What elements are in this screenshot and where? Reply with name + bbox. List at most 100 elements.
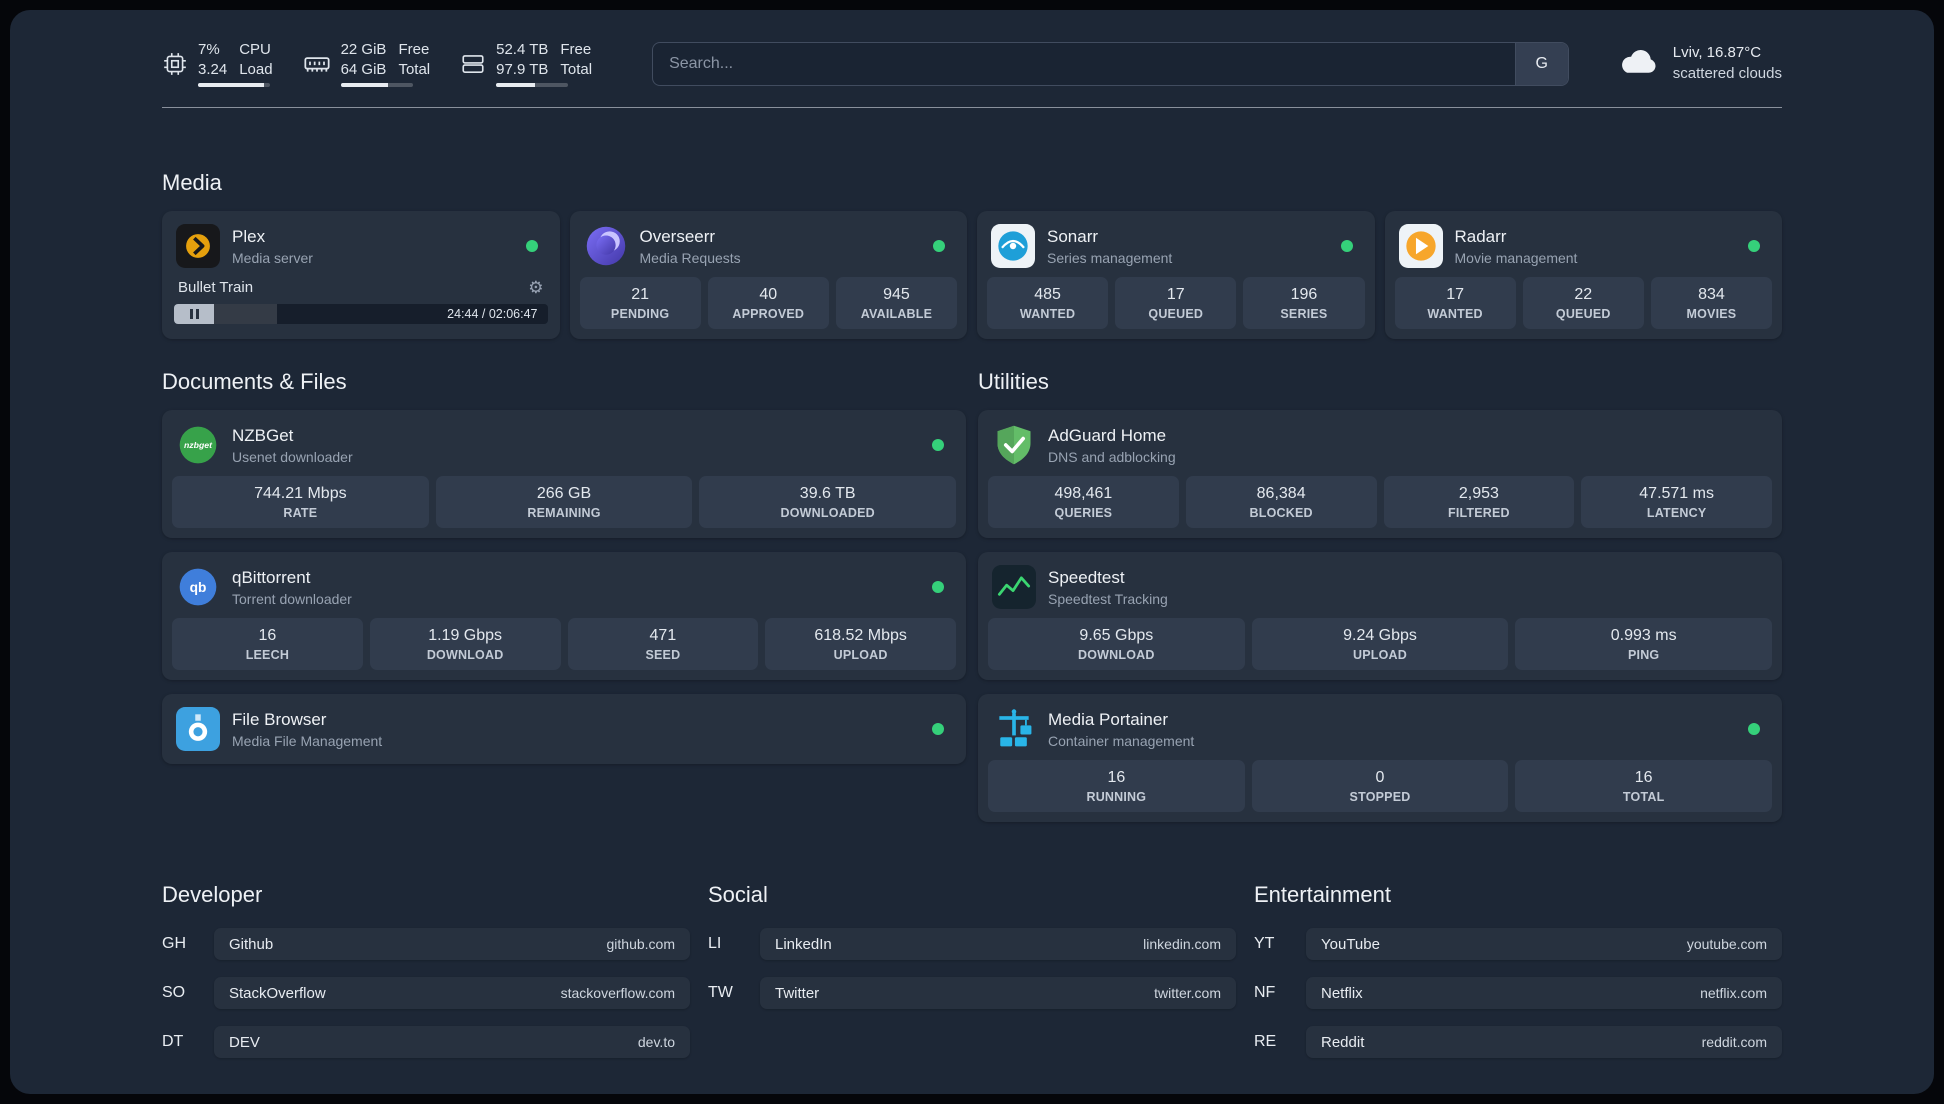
- stat-label: TOTAL: [1622, 790, 1665, 804]
- stat-label: DOWNLOAD: [1078, 648, 1155, 662]
- bookmark-reddit[interactable]: RE Reddit reddit.com: [1254, 1026, 1782, 1058]
- qbittorrent-icon-text: qb: [190, 580, 207, 595]
- memory-usage-bar: [340, 83, 413, 87]
- bookmark-abbr: TW: [708, 984, 733, 1001]
- cpu-load-value: 3.24: [198, 60, 228, 78]
- bookmark-github[interactable]: GH Github github.com: [162, 928, 690, 960]
- cpu-icon: [162, 51, 188, 77]
- stat-tile: 618.52 Mbps UPLOAD: [765, 618, 956, 670]
- bookmark-group-entertainment: Entertainment YT YouTube youtube.com NF …: [1254, 882, 1782, 1075]
- now-playing-widget: Bullet Train ⚙ 24:44 / 02:06:47: [172, 277, 550, 324]
- playback-time: 24:44 / 02:06:47: [447, 307, 538, 321]
- service-link-qbittorrent[interactable]: qb qBittorrent Torrent downloader: [172, 562, 956, 618]
- pause-button[interactable]: [174, 304, 214, 324]
- stat-label: APPROVED: [732, 307, 805, 321]
- bookmark-url: netflix.com: [1700, 985, 1767, 1001]
- memory-widget: 22 GiB 64 GiB Free Total: [303, 40, 430, 87]
- stat-value: 1.19 Gbps: [428, 627, 503, 644]
- bookmark-abbr: RE: [1254, 1033, 1277, 1050]
- stat-tile: 16 LEECH: [172, 618, 363, 670]
- stat-tile: 0 STOPPED: [1251, 760, 1509, 812]
- now-playing-title: Bullet Train: [178, 279, 254, 296]
- bookmark-youtube[interactable]: YT YouTube youtube.com: [1254, 928, 1782, 960]
- service-card-overseerr: Overseerr Media Requests 21 PENDING 40 A…: [569, 211, 967, 339]
- bookmark-url: twitter.com: [1154, 985, 1221, 1001]
- service-link-radarr[interactable]: Radarr Movie management: [1395, 221, 1773, 277]
- stat-tile: 834 MOVIES: [1650, 277, 1773, 329]
- status-dot: [932, 581, 944, 593]
- service-desc: Container management: [1048, 732, 1195, 749]
- service-card-qbittorrent: qb qBittorrent Torrent downloader 16 LEE…: [162, 552, 966, 680]
- cpu-label-top: CPU: [239, 41, 271, 58]
- stat-label: QUEUED: [1148, 307, 1204, 321]
- stat-value: 196: [1290, 286, 1318, 303]
- stat-label: UPLOAD: [1353, 648, 1407, 662]
- service-name: Sonarr: [1047, 226, 1099, 246]
- service-link-filebrowser[interactable]: File Browser Media File Management: [172, 704, 956, 754]
- service-name: qBittorrent: [232, 567, 311, 587]
- stat-tile: 86,384 BLOCKED: [1185, 476, 1377, 528]
- status-dot: [932, 439, 944, 451]
- service-desc: Media server: [232, 249, 313, 266]
- stat-tile: 9.24 Gbps UPLOAD: [1251, 618, 1509, 670]
- bookmark-group-developer: Developer GH Github github.com SO StackO…: [162, 882, 690, 1075]
- bookmark-linkedin[interactable]: LI LinkedIn linkedin.com: [708, 928, 1236, 960]
- disk-icon: [460, 51, 486, 77]
- bookmark-url: linkedin.com: [1143, 936, 1221, 952]
- bookmark-group-social: Social LI LinkedIn linkedin.com TW Twitt…: [708, 882, 1236, 1075]
- stat-tile: 17 WANTED: [1394, 277, 1516, 329]
- stat-tile: 498,461 QUERIES: [988, 476, 1179, 528]
- stat-label: QUERIES: [1054, 506, 1113, 520]
- nzbget-icon-text: nzbget: [184, 440, 213, 450]
- stat-value: 17: [1166, 286, 1185, 303]
- status-dot: [1748, 723, 1760, 735]
- top-bar: 7% 3.24 CPU Load 22 GiB 64 GiB Free Tota…: [10, 10, 1934, 87]
- section-media: Media Plex Media server Bullet Train ⚙ 2…: [162, 170, 1782, 339]
- service-link-speedtest[interactable]: Speedtest Speedtest Tracking: [988, 562, 1772, 618]
- stat-tile: 0.993 ms PING: [1515, 618, 1773, 670]
- service-name: AdGuard Home: [1048, 425, 1167, 445]
- cpu-label-bottom: Load: [239, 60, 273, 78]
- bookmark-netflix[interactable]: NF Netflix netflix.com: [1254, 977, 1782, 1009]
- stat-label: FILTERED: [1447, 506, 1510, 520]
- service-link-overseerr[interactable]: Overseerr Media Requests: [580, 221, 958, 277]
- stat-value: 2,953: [1458, 485, 1499, 502]
- service-desc: Series management: [1047, 249, 1173, 266]
- stat-label: SERIES: [1280, 307, 1328, 321]
- stat-label: DOWNLOADED: [780, 506, 875, 520]
- search-provider-button[interactable]: G: [1514, 42, 1568, 85]
- stat-value: 266 GB: [536, 485, 592, 502]
- section-documents: Documents & Files nzbget NZBGet Usenet d…: [162, 369, 966, 764]
- service-link-sonarr[interactable]: Sonarr Series management: [987, 221, 1365, 277]
- bookmark-stackoverflow[interactable]: SO StackOverflow stackoverflow.com: [162, 977, 690, 1009]
- playback-progress-bar[interactable]: 24:44 / 02:06:47: [214, 304, 548, 324]
- stat-value: 21: [631, 286, 649, 303]
- plex-icon: [176, 224, 220, 268]
- service-link-nzbget[interactable]: nzbget NZBGet Usenet downloader: [172, 420, 956, 476]
- disk-widget: 52.4 TB 97.9 TB Free Total: [460, 40, 592, 87]
- service-link-adguard[interactable]: AdGuard Home DNS and adblocking: [988, 420, 1772, 476]
- bookmark-twitter[interactable]: TW Twitter twitter.com: [708, 977, 1236, 1009]
- weather-widget[interactable]: Lviv, 16.87°C scattered clouds: [1617, 43, 1782, 84]
- bookmark-dev[interactable]: DT DEV dev.to: [162, 1026, 690, 1058]
- service-desc: Usenet downloader: [232, 448, 353, 465]
- adguard-icon: [992, 423, 1036, 467]
- status-dot: [933, 240, 945, 252]
- dashboard-panel: 7% 3.24 CPU Load 22 GiB 64 GiB Free Tota…: [10, 10, 1934, 1094]
- search-input[interactable]: [653, 42, 1515, 85]
- service-card-portainer: Media Portainer Container management 16 …: [978, 694, 1782, 822]
- service-link-portainer[interactable]: Media Portainer Container management: [988, 704, 1772, 760]
- gear-icon[interactable]: ⚙: [528, 279, 543, 296]
- stat-tile: 47.571 ms LATENCY: [1581, 476, 1772, 528]
- stat-tile: 744.21 Mbps RATE: [172, 476, 429, 528]
- service-card-speedtest: Speedtest Speedtest Tracking 9.65 Gbps D…: [978, 552, 1782, 680]
- media-section-title: Media: [162, 170, 222, 195]
- stat-value: 16: [1634, 769, 1653, 786]
- documents-section-title: Documents & Files: [162, 369, 347, 394]
- stat-value: 40: [759, 286, 778, 303]
- disk-usage-bar: [496, 83, 569, 87]
- service-link-plex[interactable]: Plex Media server: [172, 221, 550, 277]
- stat-tile: 40 APPROVED: [707, 277, 829, 329]
- stat-label: BLOCKED: [1249, 506, 1313, 520]
- stat-value: 498,461: [1054, 485, 1113, 502]
